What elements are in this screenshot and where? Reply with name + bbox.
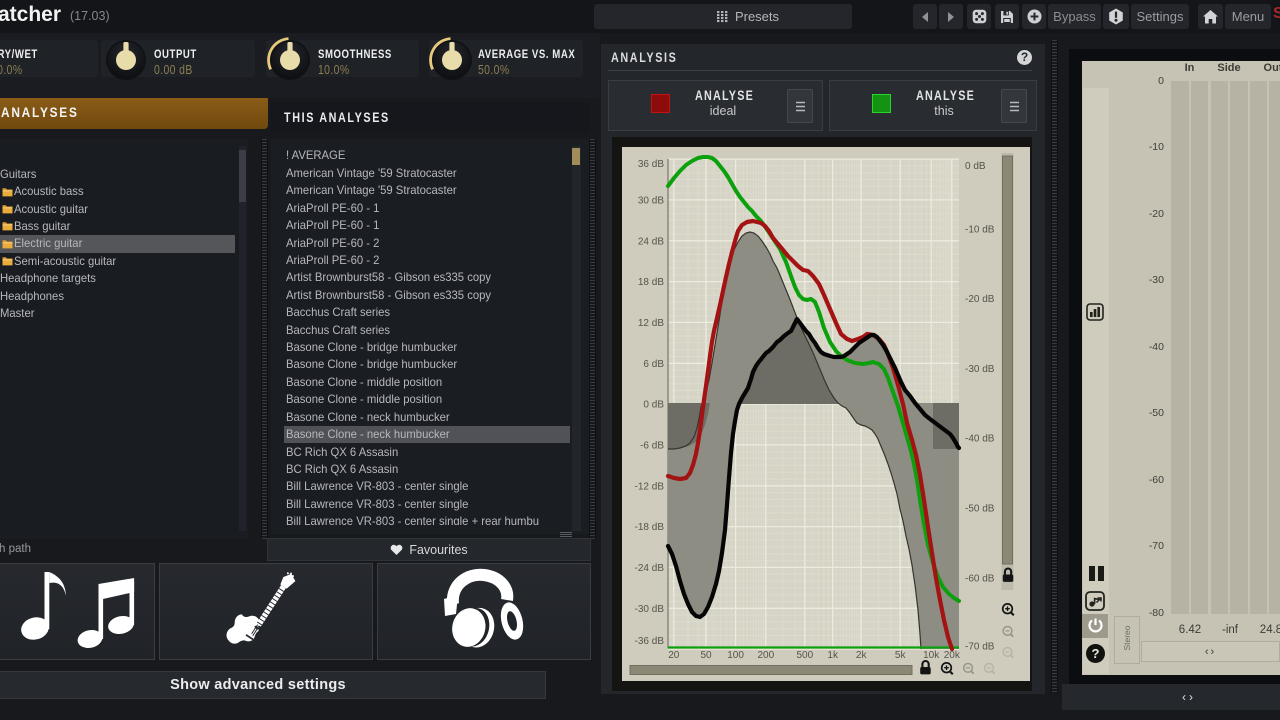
svg-text:0 dB: 0 dB bbox=[643, 400, 664, 411]
svg-text:12 dB: 12 dB bbox=[638, 318, 664, 329]
svg-text:-30 dB: -30 dB bbox=[965, 364, 995, 375]
svg-text:20: 20 bbox=[668, 650, 680, 661]
svg-text:200: 200 bbox=[757, 650, 774, 661]
svg-text:5k: 5k bbox=[895, 650, 907, 661]
svg-text:100: 100 bbox=[727, 650, 744, 661]
svg-text:-60 dB: -60 dB bbox=[965, 573, 995, 584]
svg-text:-24 dB: -24 dB bbox=[635, 563, 665, 574]
svg-text:24 dB: 24 dB bbox=[638, 236, 664, 247]
svg-text:0 dB: 0 dB bbox=[965, 161, 986, 172]
svg-text:-70 dB: -70 dB bbox=[965, 642, 995, 653]
svg-text:-40 dB: -40 dB bbox=[965, 434, 995, 445]
svg-text:-6 dB: -6 dB bbox=[640, 440, 664, 451]
svg-text:-10 dB: -10 dB bbox=[965, 224, 995, 235]
svg-text:50: 50 bbox=[700, 650, 712, 661]
svg-text:-12 dB: -12 dB bbox=[635, 481, 665, 492]
svg-text:-30 dB: -30 dB bbox=[635, 604, 665, 615]
svg-text:6 dB: 6 dB bbox=[643, 359, 664, 370]
svg-text:-36 dB: -36 dB bbox=[635, 636, 665, 647]
svg-text:18 dB: 18 dB bbox=[638, 277, 664, 288]
svg-text:20k: 20k bbox=[944, 650, 961, 661]
svg-text:-50 dB: -50 dB bbox=[965, 504, 995, 515]
svg-text:30 dB: 30 dB bbox=[638, 195, 664, 206]
svg-text:-18 dB: -18 dB bbox=[635, 522, 665, 533]
svg-text:1k: 1k bbox=[827, 650, 839, 661]
svg-text:500: 500 bbox=[796, 650, 813, 661]
svg-text:10k: 10k bbox=[923, 650, 940, 661]
svg-text:-20 dB: -20 dB bbox=[965, 294, 995, 305]
svg-text:36 dB: 36 dB bbox=[638, 159, 664, 170]
svg-text:2k: 2k bbox=[856, 650, 868, 661]
